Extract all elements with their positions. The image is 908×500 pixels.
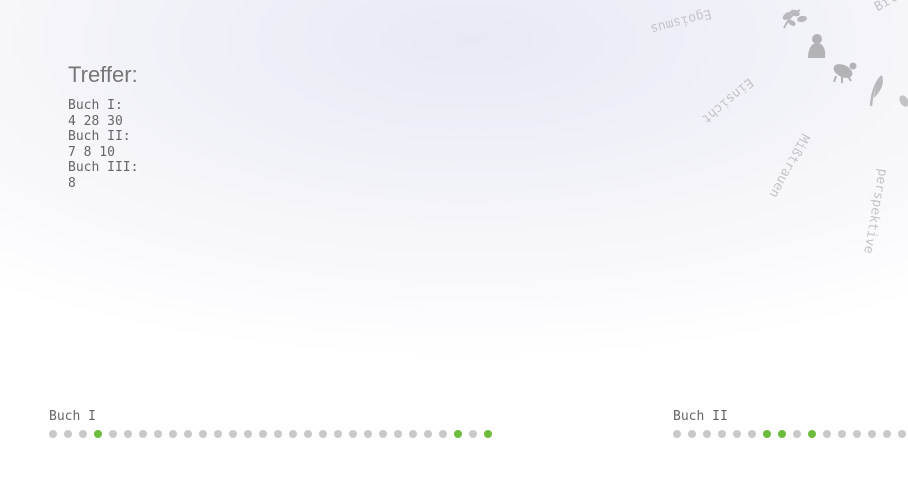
chapter-dot[interactable] bbox=[364, 430, 372, 438]
radial-word-misstrauen[interactable]: Mißtrauen bbox=[766, 131, 812, 200]
chapter-dot[interactable] bbox=[349, 430, 357, 438]
chapter-dot[interactable] bbox=[259, 430, 267, 438]
chapter-dot[interactable] bbox=[853, 430, 861, 438]
book-1-dots bbox=[49, 430, 492, 438]
chapter-dot-hit[interactable] bbox=[778, 430, 786, 438]
chapter-dot[interactable] bbox=[319, 430, 327, 438]
results-line: 4 28 30 bbox=[68, 113, 123, 129]
chapter-dot[interactable] bbox=[334, 430, 342, 438]
chapter-dot-hit[interactable] bbox=[94, 430, 102, 438]
chapter-dot[interactable] bbox=[688, 430, 696, 438]
chapter-dot[interactable] bbox=[184, 430, 192, 438]
results-line: Buch II: bbox=[68, 129, 131, 144]
chapter-dot[interactable] bbox=[409, 430, 417, 438]
chapter-dot[interactable] bbox=[214, 430, 222, 438]
book-2: Buch II bbox=[673, 409, 906, 438]
radial-word-egoismus[interactable]: Egoismus bbox=[649, 6, 713, 37]
chapter-dot[interactable] bbox=[289, 430, 297, 438]
chapter-dot[interactable] bbox=[424, 430, 432, 438]
results-line: Buch I: bbox=[68, 98, 123, 113]
chapter-dot[interactable] bbox=[748, 430, 756, 438]
chapter-dot[interactable] bbox=[139, 430, 147, 438]
results-line: 7 8 10 bbox=[68, 144, 115, 160]
chapter-dot[interactable] bbox=[154, 430, 162, 438]
chapter-dot[interactable] bbox=[109, 430, 117, 438]
chapter-dot[interactable] bbox=[673, 430, 681, 438]
chapter-dot[interactable] bbox=[703, 430, 711, 438]
chapter-dot[interactable] bbox=[79, 430, 87, 438]
chapter-dot[interactable] bbox=[898, 430, 906, 438]
book-label: Buch II bbox=[673, 409, 728, 424]
results-line: 8 bbox=[68, 175, 76, 191]
chapter-dot[interactable] bbox=[274, 430, 282, 438]
results-title: Treffer: bbox=[68, 62, 138, 87]
radial-word-perspektive[interactable]: perspektive bbox=[860, 167, 890, 254]
book-label: Buch I bbox=[49, 409, 96, 424]
chapter-dot[interactable] bbox=[169, 430, 177, 438]
person-icon[interactable] bbox=[804, 32, 828, 60]
chapter-dot[interactable] bbox=[439, 430, 447, 438]
chapter-dot[interactable] bbox=[733, 430, 741, 438]
results-line: Buch III: bbox=[68, 160, 139, 175]
chapter-dot-hit[interactable] bbox=[484, 430, 492, 438]
chapter-dot[interactable] bbox=[793, 430, 801, 438]
chapter-dot[interactable] bbox=[199, 430, 207, 438]
chapter-dot[interactable] bbox=[304, 430, 312, 438]
chapter-dot[interactable] bbox=[244, 430, 252, 438]
results-panel: Treffer: Buch I: 4 28 30 Buch II: 7 8 10… bbox=[68, 62, 138, 191]
book-2-dots bbox=[673, 430, 906, 438]
chapter-dot[interactable] bbox=[868, 430, 876, 438]
book-1: Buch I bbox=[49, 409, 492, 438]
chapter-dot[interactable] bbox=[838, 430, 846, 438]
chapter-dot[interactable] bbox=[124, 430, 132, 438]
chapter-dot-hit[interactable] bbox=[454, 430, 462, 438]
quill-icon[interactable] bbox=[866, 74, 888, 110]
leaf-icon[interactable] bbox=[778, 4, 812, 32]
chapter-dot[interactable] bbox=[64, 430, 72, 438]
chapter-dot-hit[interactable] bbox=[808, 430, 816, 438]
partial-icon[interactable] bbox=[898, 94, 908, 108]
chapter-dot[interactable] bbox=[469, 430, 477, 438]
chapter-dot[interactable] bbox=[394, 430, 402, 438]
chapter-dot[interactable] bbox=[883, 430, 891, 438]
chapter-dot[interactable] bbox=[379, 430, 387, 438]
chapter-dot-hit[interactable] bbox=[763, 430, 771, 438]
chapter-dot[interactable] bbox=[718, 430, 726, 438]
radial-word-einsicht[interactable]: Einsicht bbox=[698, 75, 756, 127]
chapter-dot[interactable] bbox=[229, 430, 237, 438]
radial-word-bild[interactable]: Bild bbox=[872, 0, 907, 15]
animal-icon[interactable] bbox=[828, 58, 860, 84]
chapter-dot[interactable] bbox=[823, 430, 831, 438]
chapter-dot[interactable] bbox=[49, 430, 57, 438]
